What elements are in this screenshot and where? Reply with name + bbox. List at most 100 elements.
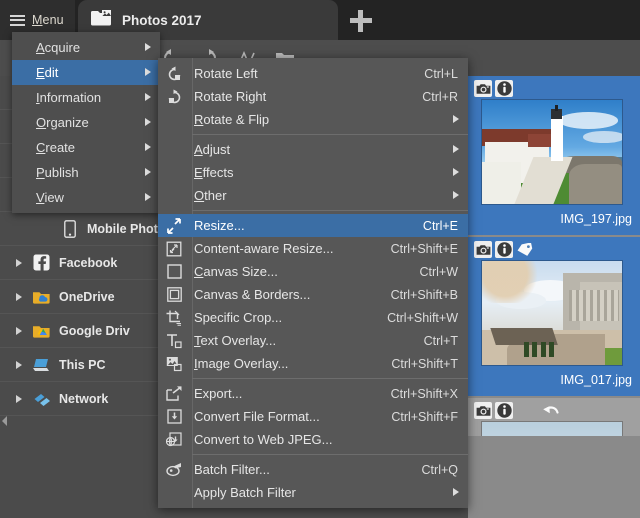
menu-item-label: Publish xyxy=(36,165,79,180)
submenu-item-rotate-right[interactable]: Rotate Right Ctrl+R xyxy=(158,85,468,108)
thumbnail-badges xyxy=(468,76,640,99)
googledrive-icon xyxy=(32,321,51,340)
submenu-item-label: Text Overlay... xyxy=(194,333,277,348)
rotate-left-icon xyxy=(164,65,184,83)
menu-mnemonic: M xyxy=(32,13,43,27)
submenu-item-text-overlay[interactable]: Text Overlay... Ctrl+T xyxy=(158,329,468,352)
batch-filter-icon xyxy=(164,461,184,479)
chevron-right-icon xyxy=(145,168,151,176)
canvas-borders-icon xyxy=(164,286,184,304)
submenu-item-effects[interactable]: Effects xyxy=(158,161,468,184)
chevron-right-icon[interactable] xyxy=(16,258,22,267)
canvas-size-icon xyxy=(164,263,184,281)
info-icon[interactable] xyxy=(495,241,513,258)
thumbnail-card[interactable] xyxy=(468,398,640,438)
thumb-tag-icon[interactable] xyxy=(516,241,534,258)
submenu-item-rotate-left[interactable]: Rotate Left Ctrl+L xyxy=(158,62,468,85)
tree-item-network[interactable]: Network xyxy=(0,382,160,416)
chevron-right-icon xyxy=(453,115,459,123)
submenu-item-shortcut: Ctrl+E xyxy=(422,218,458,233)
resize-icon xyxy=(164,217,184,235)
menu-item-organize[interactable]: Organize xyxy=(12,110,160,135)
chevron-right-icon xyxy=(145,43,151,51)
submenu-item-apply-batch-filter[interactable]: Apply Batch Filter xyxy=(158,481,468,504)
undo-icon[interactable] xyxy=(542,402,560,419)
folder-image-icon xyxy=(90,9,112,32)
submenu-item-label: Content-aware Resize... xyxy=(194,241,334,256)
tree-item-onedrive[interactable]: OneDrive xyxy=(0,280,160,314)
submenu-item-label: Apply Batch Filter xyxy=(194,485,296,500)
submenu-item-canvas-size[interactable]: Canvas Size... Ctrl+W xyxy=(158,260,468,283)
tree-item-label: OneDrive xyxy=(59,289,115,304)
menu-item-information[interactable]: Information xyxy=(12,85,160,110)
thumbnail-browser[interactable]: IMG_197.jpg IMG_017.jpg xyxy=(468,76,640,518)
submenu-item-convert-to-web-jpeg[interactable]: Convert to Web JPEG... xyxy=(158,428,468,451)
menu-item-create[interactable]: Create xyxy=(12,135,160,160)
submenu-item-label: Adjust xyxy=(194,142,231,157)
chevron-right-icon[interactable] xyxy=(16,394,22,403)
menu-item-publish[interactable]: Publish xyxy=(12,160,160,185)
thumbnail-image[interactable] xyxy=(482,422,622,436)
submenu-item-adjust[interactable]: Adjust xyxy=(158,138,468,161)
submenu-item-canvas-borders[interactable]: Canvas & Borders... Ctrl+Shift+B xyxy=(158,283,468,306)
plus-icon[interactable] xyxy=(350,10,372,32)
menu-item-label: Create xyxy=(36,140,76,155)
submenu-item-shortcut: Ctrl+Shift+F xyxy=(391,409,458,424)
thumbnail-image[interactable] xyxy=(482,100,622,204)
submenu-item-convert-file-format[interactable]: Convert File Format... Ctrl+Shift+F xyxy=(158,405,468,428)
chevron-right-icon xyxy=(145,143,151,151)
camera-icon[interactable] xyxy=(474,241,492,258)
menu-item-view[interactable]: View xyxy=(12,185,160,210)
tree-item-mobile-phot[interactable]: Mobile Phot xyxy=(0,212,160,246)
thumbnail-image[interactable] xyxy=(482,261,622,365)
mobile-icon xyxy=(60,219,79,238)
submenu-item-rotate-flip[interactable]: Rotate & Flip xyxy=(158,108,468,131)
tree-item-label: Mobile Phot xyxy=(87,221,158,236)
chevron-right-icon xyxy=(145,118,151,126)
thumbnail-filename: IMG_017.jpg xyxy=(560,373,632,387)
info-icon[interactable] xyxy=(495,80,513,97)
submenu-item-shortcut: Ctrl+Shift+W xyxy=(387,310,458,325)
menu-separator xyxy=(192,454,468,455)
collapse-left-icon[interactable] xyxy=(0,408,9,434)
submenu-item-image-overlay[interactable]: Image Overlay... Ctrl+Shift+T xyxy=(158,352,468,375)
camera-icon[interactable] xyxy=(474,80,492,97)
thumbnail-card[interactable]: IMG_197.jpg xyxy=(468,76,640,237)
thumbnail-badges xyxy=(468,398,640,421)
submenu-item-specific-crop[interactable]: Specific Crop... Ctrl+Shift+W xyxy=(158,306,468,329)
chevron-right-icon[interactable] xyxy=(16,326,22,335)
submenu-item-batch-filter[interactable]: Batch Filter... Ctrl+Q xyxy=(158,458,468,481)
tree-item-facebook[interactable]: Facebook xyxy=(0,246,160,280)
chevron-right-icon[interactable] xyxy=(16,360,22,369)
chevron-right-icon xyxy=(145,193,151,201)
submenu-item-label: Rotate & Flip xyxy=(194,112,270,127)
tree-item-google-driv[interactable]: Google Driv xyxy=(0,314,160,348)
submenu-item-content-aware-resize[interactable]: Content-aware Resize... Ctrl+Shift+E xyxy=(158,237,468,260)
menu-item-acquire[interactable]: Acquire xyxy=(12,35,160,60)
submenu-item-resize[interactable]: Resize... Ctrl+E xyxy=(158,214,468,237)
menu-item-edit[interactable]: Edit xyxy=(12,60,160,85)
tree-item-this-pc[interactable]: This PC xyxy=(0,348,160,382)
chevron-right-icon xyxy=(453,191,459,199)
info-icon[interactable] xyxy=(495,402,513,419)
application-window: Menu Photos 2017 Mobile Phot Facebook On… xyxy=(0,0,640,518)
submenu-item-export[interactable]: Export... Ctrl+Shift+X xyxy=(158,382,468,405)
edit-submenu[interactable]: Rotate Left Ctrl+L Rotate Right Ctrl+R Rotat… xyxy=(158,58,468,508)
submenu-item-label: Rotate Right xyxy=(194,89,267,104)
camera-icon[interactable] xyxy=(474,402,492,419)
menu-separator xyxy=(192,210,468,211)
thumbnail-card[interactable]: IMG_017.jpg xyxy=(468,237,640,398)
submenu-item-label: Export... xyxy=(194,386,243,401)
submenu-item-shortcut: Ctrl+Shift+T xyxy=(391,356,458,371)
tree-item-label: Google Driv xyxy=(59,323,130,338)
main-menu-dropdown[interactable]: Acquire Edit Information Organize Create Publ… xyxy=(12,32,160,213)
tree-item-label: Network xyxy=(59,391,109,406)
submenu-item-shortcut: Ctrl+T xyxy=(423,333,458,348)
submenu-item-label: Other xyxy=(194,188,227,203)
submenu-item-label: Specific Crop... xyxy=(194,310,283,325)
submenu-item-other[interactable]: Other xyxy=(158,184,468,207)
chevron-right-icon[interactable] xyxy=(16,292,22,301)
chevron-right-icon xyxy=(453,488,459,496)
network-icon xyxy=(32,389,51,408)
submenu-item-label: Image Overlay... xyxy=(194,356,289,371)
